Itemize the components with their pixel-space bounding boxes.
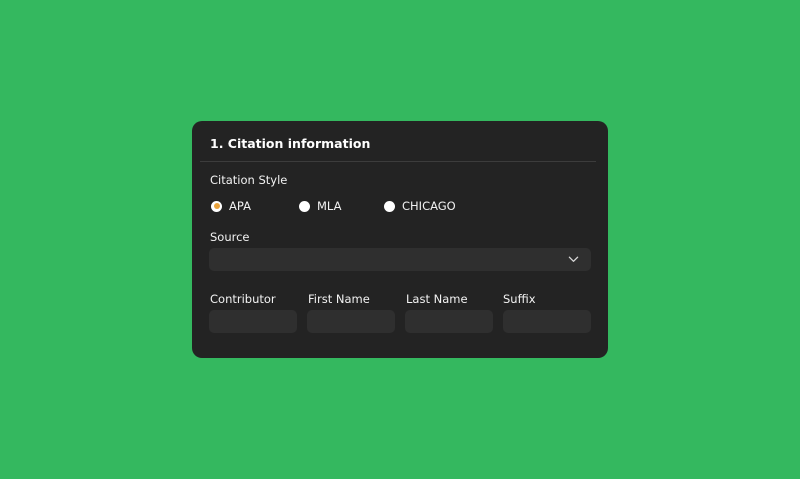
suffix-label: Suffix <box>503 292 536 306</box>
contributor-label: Contributor <box>210 292 276 306</box>
radio-apa[interactable]: APA <box>211 199 251 213</box>
chevron-down-icon[interactable] <box>568 254 579 265</box>
radio-apa-dot[interactable] <box>211 200 222 212</box>
source-select[interactable] <box>209 248 591 271</box>
contributor-input[interactable] <box>209 310 297 333</box>
last-name-input[interactable] <box>405 310 493 333</box>
citation-card: 1. Citation information Citation Style A… <box>192 121 608 358</box>
citation-style-label: Citation Style <box>210 173 288 187</box>
suffix-input[interactable] <box>503 310 591 333</box>
radio-chicago-dot[interactable] <box>384 200 395 212</box>
radio-mla-label: MLA <box>317 199 342 213</box>
radio-mla[interactable]: MLA <box>299 199 341 213</box>
radio-apa-label: APA <box>229 199 251 213</box>
last-name-label: Last Name <box>406 292 468 306</box>
first-name-label: First Name <box>308 292 370 306</box>
title-divider <box>200 161 596 162</box>
first-name-input[interactable] <box>307 310 395 333</box>
radio-chicago-label: CHICAGO <box>402 199 456 213</box>
source-label: Source <box>210 230 250 244</box>
radio-mla-dot[interactable] <box>299 200 310 212</box>
radio-chicago[interactable]: CHICAGO <box>384 199 456 213</box>
card-title: 1. Citation information <box>210 136 371 151</box>
